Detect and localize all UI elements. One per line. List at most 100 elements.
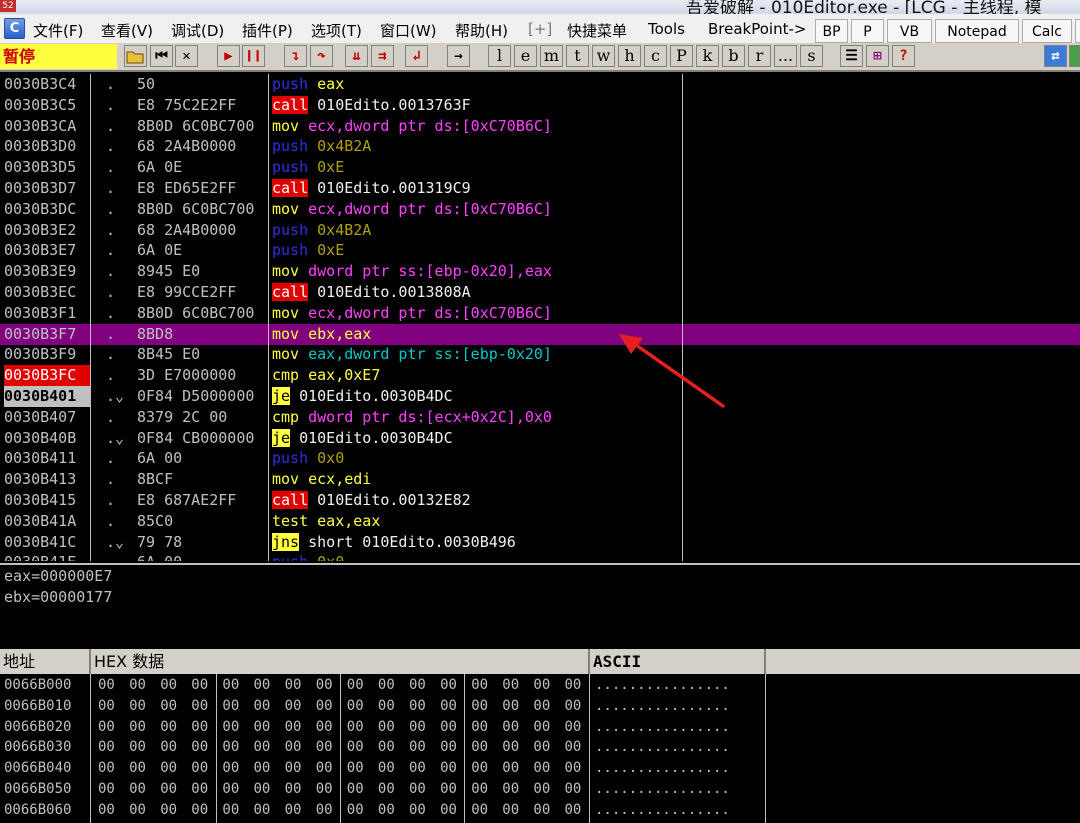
- dump-byte[interactable]: 00: [378, 675, 395, 696]
- dump-byte[interactable]: 00: [378, 696, 395, 717]
- source-button[interactable]: s: [800, 45, 823, 67]
- dump-byte[interactable]: 00: [316, 800, 333, 821]
- dump-byte[interactable]: 00: [316, 737, 333, 758]
- disasm-row[interactable]: 0030B3E9. 8945 E0 mov dword ptr ss:[ebp-0x…: [0, 261, 683, 282]
- dump-byte[interactable]: 00: [533, 675, 550, 696]
- dump-byte[interactable]: 00: [98, 779, 115, 800]
- dump-row[interactable]: 0066B060 00 00 00 00 00 00 00 00 00 00 00 00 00 00 00 00…: [0, 800, 1080, 821]
- dump-byte[interactable]: 00: [409, 696, 426, 717]
- dump-byte[interactable]: 00: [347, 696, 364, 717]
- disasm-instruction[interactable]: call 010Edito.001319C9: [272, 178, 682, 199]
- disasm-hex-bytes[interactable]: 68 2A4B0000: [137, 220, 267, 241]
- dump-byte[interactable]: 00: [378, 717, 395, 738]
- dump-byte[interactable]: 00: [160, 800, 177, 821]
- disasm-row[interactable]: 0030B3E2. 68 2A4B0000 push 0x4B2A: [0, 220, 683, 241]
- dump-byte[interactable]: 00: [316, 758, 333, 779]
- disasm-address[interactable]: 0030B401: [4, 386, 90, 407]
- disasm-hex-bytes[interactable]: 3D E7000000: [137, 365, 267, 386]
- patches-button[interactable]: P: [670, 45, 693, 67]
- dump-byte[interactable]: 00: [254, 758, 271, 779]
- dump-ascii[interactable]: ................: [595, 717, 730, 738]
- dump-byte[interactable]: 00: [160, 737, 177, 758]
- disasm-row[interactable]: 0030B3D5. 6A 0E push 0xE: [0, 157, 683, 178]
- disasm-hex-bytes[interactable]: E8 ED65E2FF: [137, 178, 267, 199]
- disasm-row[interactable]: 0030B3C5. E8 75C2E2FF call 010Edito.001376…: [0, 95, 683, 116]
- dump-byte[interactable]: 00: [129, 675, 146, 696]
- dump-byte[interactable]: 00: [129, 696, 146, 717]
- dump-pane[interactable]: 0066B000 00 00 00 00 00 00 00 00 00 00 00 00 00 00 00 00…: [0, 674, 1080, 823]
- disasm-address[interactable]: 0030B3D7: [4, 178, 90, 199]
- disasm-hex-bytes[interactable]: 68 2A4B0000: [137, 136, 267, 157]
- disasm-hex-bytes[interactable]: 6A 00: [137, 552, 267, 561]
- dump-byte[interactable]: 00: [409, 779, 426, 800]
- dump-byte[interactable]: 00: [533, 758, 550, 779]
- dump-byte[interactable]: 00: [347, 675, 364, 696]
- step-into-icon[interactable]: ↴: [284, 45, 307, 67]
- dump-byte[interactable]: 00: [378, 737, 395, 758]
- disasm-row[interactable]: 0030B3FC. 3D E7000000 cmp eax,0xE7: [0, 365, 683, 387]
- run-icon[interactable]: ▶: [217, 45, 240, 67]
- disasm-row[interactable]: 0030B3CA. 8B0D 6C0BC700 mov ecx,dword ptr …: [0, 116, 683, 137]
- dump-byte[interactable]: 00: [191, 800, 208, 821]
- dump-byte[interactable]: 00: [533, 800, 550, 821]
- dump-byte[interactable]: 00: [471, 717, 488, 738]
- menu-file[interactable]: 文件(F): [33, 20, 83, 41]
- dump-byte[interactable]: 00: [285, 737, 302, 758]
- calc-button[interactable]: Calc: [1022, 19, 1072, 43]
- dump-byte[interactable]: 00: [285, 675, 302, 696]
- disasm-instruction[interactable]: push 0xE: [272, 240, 682, 261]
- dump-byte[interactable]: 00: [347, 800, 364, 821]
- menu-breakpoint[interactable]: BreakPoint->: [708, 20, 806, 38]
- dump-byte[interactable]: 00: [316, 779, 333, 800]
- dump-byte[interactable]: 00: [222, 696, 239, 717]
- dump-address[interactable]: 0066B000: [4, 675, 71, 696]
- disasm-row[interactable]: 0030B3D7. E8 ED65E2FF call 010Edito.001319…: [0, 178, 683, 199]
- dump-header-hex[interactable]: HEX 数据: [91, 649, 590, 674]
- vb-button[interactable]: VB: [887, 19, 932, 43]
- dump-byte[interactable]: 00: [160, 696, 177, 717]
- dump-byte[interactable]: 00: [129, 758, 146, 779]
- disasm-row[interactable]: 0030B3D0. 68 2A4B0000 push 0x4B2A: [0, 136, 683, 157]
- dump-byte[interactable]: 00: [254, 779, 271, 800]
- menu-plugins[interactable]: 插件(P): [242, 20, 293, 41]
- dump-byte[interactable]: 00: [378, 758, 395, 779]
- open-folder-icon[interactable]: [124, 45, 147, 67]
- dump-byte[interactable]: 00: [471, 675, 488, 696]
- disasm-hex-bytes[interactable]: 8B0D 6C0BC700: [137, 303, 267, 324]
- disasm-hex-bytes[interactable]: 8BD8: [137, 324, 267, 345]
- dump-byte[interactable]: 00: [98, 717, 115, 738]
- dump-byte[interactable]: 00: [409, 737, 426, 758]
- overflow-button[interactable]: [1075, 19, 1080, 43]
- dump-byte[interactable]: 00: [98, 800, 115, 821]
- disasm-address[interactable]: 0030B3F7: [4, 324, 90, 345]
- dump-byte[interactable]: 00: [502, 758, 519, 779]
- dump-row[interactable]: 0066B000 00 00 00 00 00 00 00 00 00 00 00 00 00 00 00 00…: [0, 675, 1080, 696]
- disasm-address[interactable]: 0030B41E: [4, 552, 90, 561]
- disasm-instruction[interactable]: mov ecx,dword ptr ds:[0xC70B6C]: [272, 116, 682, 137]
- disasm-hex-bytes[interactable]: 0F84 CB000000: [137, 428, 267, 449]
- disasm-address[interactable]: 0030B3D0: [4, 136, 90, 157]
- dump-byte[interactable]: 00: [565, 779, 582, 800]
- disasm-hex-bytes[interactable]: 8B45 E0: [137, 344, 267, 365]
- disasm-address[interactable]: 0030B411: [4, 448, 90, 469]
- disasm-instruction[interactable]: test eax,eax: [272, 511, 682, 532]
- disasm-hex-bytes[interactable]: 50: [137, 74, 267, 95]
- call-stack-button[interactable]: k: [696, 45, 719, 67]
- cpu-window-icon[interactable]: C: [4, 18, 25, 39]
- disasm-instruction[interactable]: push 0x0: [272, 448, 682, 469]
- disasm-row[interactable]: 0030B415. E8 687AE2FF call 010Edito.00132E…: [0, 490, 683, 511]
- bp-button[interactable]: BP: [815, 19, 848, 43]
- disasm-instruction[interactable]: call 010Edito.0013808A: [272, 282, 682, 303]
- dump-byte[interactable]: 00: [285, 779, 302, 800]
- menu-debug[interactable]: 调试(D): [171, 20, 224, 41]
- disasm-hex-bytes[interactable]: 8379 2C 00: [137, 407, 267, 428]
- disasm-address[interactable]: 0030B3CA: [4, 116, 90, 137]
- dump-byte[interactable]: 00: [191, 717, 208, 738]
- dump-byte[interactable]: 00: [440, 779, 457, 800]
- disasm-instruction[interactable]: mov dword ptr ss:[ebp-0x20],eax: [272, 261, 682, 282]
- disasm-instruction[interactable]: mov ecx,dword ptr ds:[0xC70B6C]: [272, 199, 682, 220]
- dump-byte[interactable]: 00: [409, 758, 426, 779]
- dump-byte[interactable]: 00: [440, 758, 457, 779]
- dump-header-ascii[interactable]: ASCII: [590, 649, 766, 674]
- p-button[interactable]: P: [851, 19, 884, 43]
